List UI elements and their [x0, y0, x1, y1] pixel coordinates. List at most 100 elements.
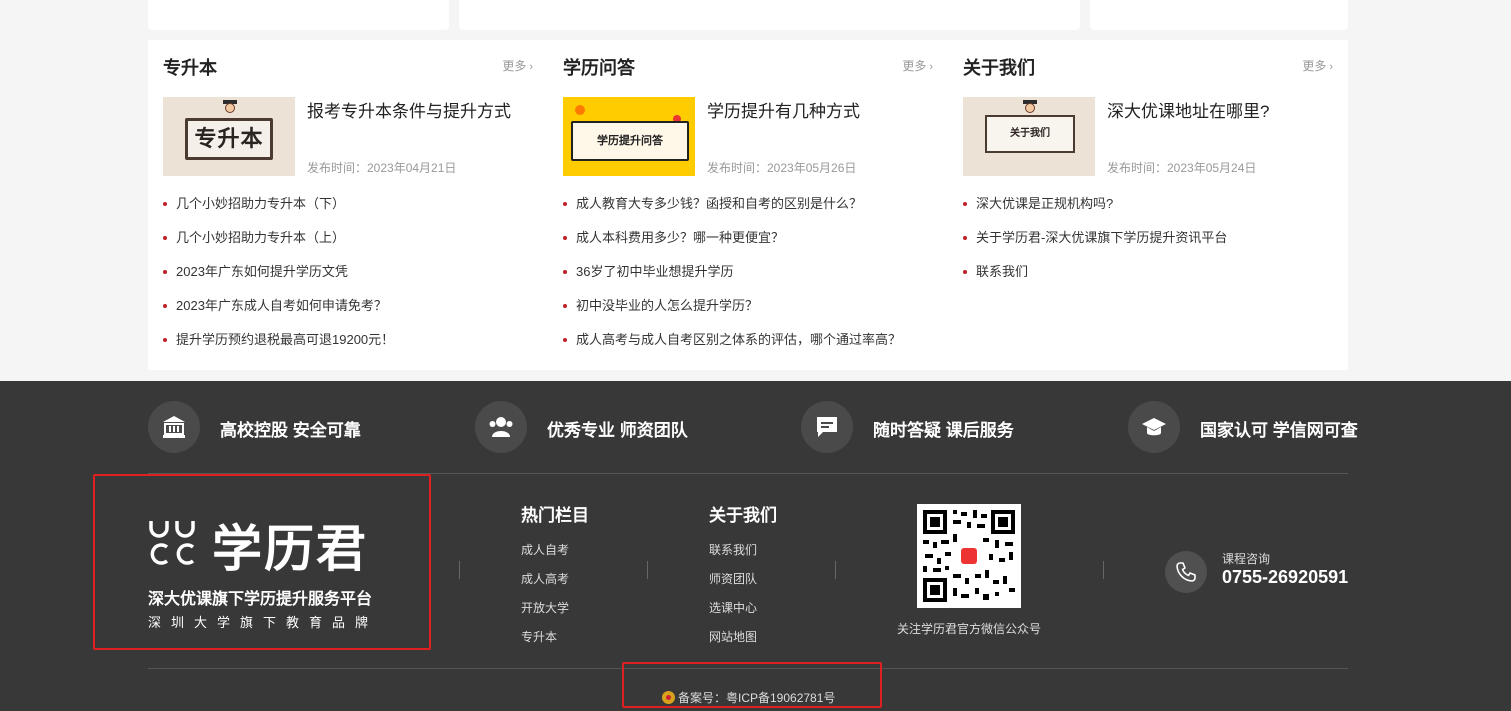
- news-list: 几个小妙招助力专升本（下） 几个小妙招助力专升本（上） 2023年广东如何提升学…: [163, 192, 533, 362]
- list-item[interactable]: 深大优课是正规机构吗?: [963, 192, 1333, 226]
- thumbnail-text: 专升本: [194, 126, 264, 151]
- wechat-qr-code: [917, 504, 1021, 608]
- column-header: 专升本 更多 ›: [163, 54, 533, 78]
- article-thumbnail[interactable]: 专升本: [163, 97, 295, 176]
- list-item[interactable]: 成人本科费用多少？哪一种更便宜？: [563, 226, 933, 260]
- footer-link[interactable]: 专升本: [521, 623, 589, 652]
- news-column-zhuanshengben: 专升本 更多 › 专升本 报考专升本条件与提升方式 发布时间：2023年04月21…: [148, 40, 533, 370]
- bullet-dot: [563, 304, 567, 308]
- article-thumbnail[interactable]: 关于我们: [963, 97, 1095, 176]
- phone-label: 课程咨询: [1222, 552, 1271, 566]
- top-card: [459, 0, 1080, 30]
- bullet-dot: [963, 202, 967, 206]
- footer-link[interactable]: 联系我们: [709, 536, 777, 565]
- featured-date: 发布时间：2023年05月26日: [707, 161, 857, 175]
- article-thumbnail[interactable]: 学历提升问答: [563, 97, 695, 176]
- top-card: [1090, 0, 1348, 30]
- footer-link[interactable]: 师资团队: [709, 565, 777, 594]
- phone-icon: [1165, 551, 1207, 593]
- footer-link[interactable]: 成人自考: [521, 536, 589, 565]
- graduation-cap-icon: [1128, 401, 1180, 453]
- featured-title[interactable]: 报考专升本条件与提升方式: [307, 97, 511, 122]
- vertical-divider: [1103, 561, 1104, 579]
- more-link[interactable]: 更多 ›: [1302, 57, 1333, 74]
- thumbnail-text: 学历提升问答: [597, 135, 663, 147]
- brand-slogan: 深大优课旗下学历提升服务平台: [148, 591, 373, 608]
- column-header: 学历问答 更多 ›: [563, 54, 933, 78]
- bullet-dot: [163, 304, 167, 308]
- links-heading: 关于我们: [709, 506, 777, 525]
- police-badge-icon: [662, 691, 675, 704]
- featured-article[interactable]: 关于我们 深大优课地址在哪里? 发布时间：2023年05月24日: [963, 97, 1333, 176]
- column-title: 关于我们: [963, 58, 1035, 78]
- footer-link[interactable]: 网站地图: [709, 623, 777, 652]
- hot-sections: 热门栏目 成人自考 成人高考 开放大学 专升本: [521, 501, 589, 652]
- vertical-divider: [459, 561, 460, 579]
- top-card-row: [0, 0, 1511, 30]
- news-list: 成人教育大专多少钱？函授和自考的区别是什么？ 成人本科费用多少？哪一种更便宜？ …: [563, 192, 933, 362]
- bullet-dot: [963, 236, 967, 240]
- site-footer: 高校控股 安全可靠 优秀专业 师资团队 随时答疑 课后服务 国家认可 学信网可查…: [0, 381, 1511, 711]
- building-icon: [148, 401, 200, 453]
- footer-link[interactable]: 开放大学: [521, 594, 589, 623]
- bullet-dot: [563, 270, 567, 274]
- column-title: 专升本: [163, 58, 217, 78]
- feature-text: 国家认可 学信网可查: [1200, 421, 1358, 440]
- more-link[interactable]: 更多 ›: [502, 57, 533, 74]
- brand-block: 学历君 深大优课旗下学历提升服务平台 深圳大学旗下教育品牌: [148, 513, 418, 633]
- top-card: [148, 0, 449, 30]
- list-item[interactable]: 2023年广东成人自考如何申请免考？: [163, 294, 533, 328]
- featured-title[interactable]: 学历提升有几种方式: [707, 97, 860, 122]
- feature-text: 随时答疑 课后服务: [873, 421, 1014, 440]
- thumbnail-text: 关于我们: [1010, 128, 1050, 139]
- column-title: 学历问答: [563, 58, 635, 78]
- footer-divider: [148, 668, 1348, 669]
- list-item[interactable]: 关于学历君-深大优课旗下学历提升资讯平台: [963, 226, 1333, 260]
- more-link[interactable]: 更多 ›: [902, 57, 933, 74]
- news-column-xueli-wenda: 学历问答 更多 › 学历提升问答 学历提升有几种方式 发布时间：2023年05月2…: [548, 40, 933, 370]
- feature-text: 优秀专业 师资团队: [547, 421, 688, 440]
- bullet-dot: [163, 236, 167, 240]
- bullet-dot: [563, 236, 567, 240]
- brand-name: 学历君: [212, 521, 368, 577]
- vertical-divider: [647, 561, 648, 579]
- graduate-figure-icon: [223, 99, 237, 117]
- group-icon: [475, 401, 527, 453]
- list-item[interactable]: 几个小妙招助力专升本（下）: [163, 192, 533, 226]
- list-item[interactable]: 2023年广东如何提升学历文凭: [163, 260, 533, 294]
- list-item[interactable]: 成人高考与成人自考区别之体系的评估，哪个通过率高？: [563, 328, 933, 362]
- bullet-dot: [563, 338, 567, 342]
- list-item[interactable]: 提升学历预约退税最高可退19200元！: [163, 328, 533, 362]
- list-item[interactable]: 联系我们: [963, 260, 1333, 294]
- about-links: 关于我们 联系我们 师资团队 选课中心 网站地图: [709, 501, 777, 652]
- footer-link[interactable]: 选课中心: [709, 594, 777, 623]
- bullet-dot: [563, 202, 567, 206]
- vertical-divider: [835, 561, 836, 579]
- featured-article[interactable]: 专升本 报考专升本条件与提升方式 发布时间：2023年04月21日: [163, 97, 533, 176]
- news-list: 深大优课是正规机构吗? 关于学历君-深大优课旗下学历提升资讯平台 联系我们: [963, 192, 1333, 294]
- list-item[interactable]: 初中没毕业的人怎么提升学历？: [563, 294, 933, 328]
- qr-caption: 关注学历君官方微信公众号: [897, 622, 1042, 636]
- chevron-right-icon: ›: [529, 61, 533, 73]
- bullet-dot: [163, 202, 167, 206]
- news-column-guanyu-women: 关于我们 更多 › 关于我们 深大优课地址在哪里? 发布时间：2023年05月24…: [948, 40, 1333, 370]
- brand-tagline: 深圳大学旗下教育品牌: [148, 615, 379, 630]
- links-heading: 热门栏目: [521, 506, 589, 525]
- list-item[interactable]: 36岁了初中毕业想提升学历: [563, 260, 933, 294]
- featured-title[interactable]: 深大优课地址在哪里?: [1107, 97, 1269, 122]
- featured-date: 发布时间：2023年05月24日: [1107, 161, 1257, 175]
- bullet-dot: [163, 270, 167, 274]
- bullet-dot: [963, 270, 967, 274]
- phone-number[interactable]: 0755-26920591: [1222, 567, 1348, 588]
- featured-article[interactable]: 学历提升问答 学历提升有几种方式 发布时间：2023年05月26日: [563, 97, 933, 176]
- brand-logo-icon: [149, 521, 195, 565]
- footer-divider: [148, 473, 1348, 474]
- list-item[interactable]: 成人教育大专多少钱？函授和自考的区别是什么？: [563, 192, 933, 226]
- column-header: 关于我们 更多 ›: [963, 54, 1333, 78]
- footer-link[interactable]: 成人高考: [521, 565, 589, 594]
- chat-icon: [801, 401, 853, 453]
- chevron-right-icon: ›: [1329, 61, 1333, 73]
- decor-dot: [575, 105, 585, 115]
- icp-record[interactable]: 备案号：粤ICP备19062781号: [662, 689, 835, 706]
- list-item[interactable]: 几个小妙招助力专升本（上）: [163, 226, 533, 260]
